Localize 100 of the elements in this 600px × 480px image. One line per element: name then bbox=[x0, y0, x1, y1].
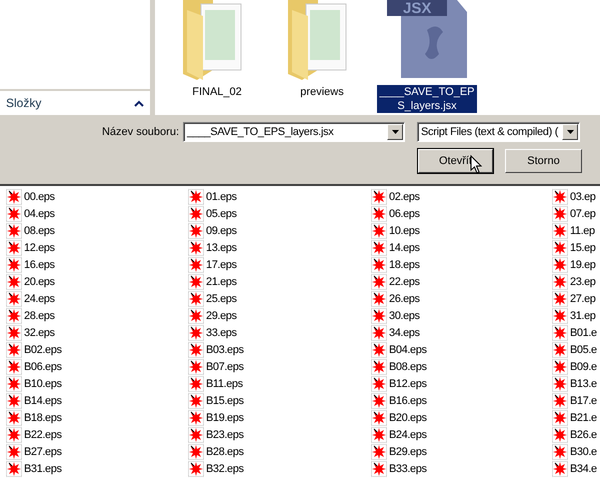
file-name[interactable]: 13.eps bbox=[206, 242, 237, 254]
file-name[interactable]: 25.eps bbox=[206, 292, 237, 304]
file-name[interactable]: B14.eps bbox=[24, 394, 62, 406]
eps-file-icon bbox=[6, 308, 22, 324]
file-name[interactable]: 11.ep bbox=[570, 224, 595, 236]
file-name[interactable]: B11.eps bbox=[206, 378, 243, 390]
file-name[interactable]: 01.eps bbox=[206, 190, 237, 202]
file-name[interactable]: 03.ep bbox=[570, 190, 596, 202]
file-name[interactable]: FINAL_02 bbox=[191, 85, 243, 99]
file-name[interactable]: B31.eps bbox=[24, 462, 62, 474]
filename-field[interactable]: ____SAVE_TO_EPS_layers.jsx bbox=[183, 122, 405, 142]
file-name[interactable]: 28.eps bbox=[24, 310, 55, 322]
eps-file-icon bbox=[6, 274, 22, 290]
eps-file-icon bbox=[371, 240, 387, 256]
file-name[interactable]: 23.ep bbox=[570, 276, 596, 288]
file-name[interactable]: 02.eps bbox=[389, 190, 420, 202]
file-name[interactable]: B21.e bbox=[570, 412, 597, 424]
file-name[interactable]: 17.eps bbox=[206, 258, 237, 270]
file-type-label: JSX bbox=[403, 0, 432, 17]
file-name[interactable]: 15.ep bbox=[570, 242, 596, 254]
eps-file-icon bbox=[6, 426, 22, 442]
file-name[interactable]: B29.eps bbox=[389, 446, 427, 458]
file-name[interactable]: B01.e bbox=[570, 326, 597, 338]
file-name[interactable]: 32.eps bbox=[24, 326, 55, 338]
file-name[interactable]: B13.e bbox=[570, 378, 597, 390]
file-name[interactable]: 06.eps bbox=[389, 208, 420, 220]
filename-label: Název souboru: bbox=[100, 126, 180, 138]
file-name[interactable]: 24.eps bbox=[24, 292, 55, 304]
eps-file-icon bbox=[371, 256, 387, 272]
eps-file-icon bbox=[552, 256, 568, 272]
file-name[interactable]: 18.eps bbox=[389, 258, 420, 270]
file-name[interactable]: B04.eps bbox=[389, 344, 427, 356]
file-name[interactable]: B17.e bbox=[570, 394, 597, 406]
file-name[interactable]: B03.eps bbox=[206, 344, 244, 356]
file-name[interactable]: 05.eps bbox=[206, 208, 237, 220]
file-name[interactable]: B28.eps bbox=[206, 446, 244, 458]
file-type-dropdown[interactable]: Script Files (text & compiled) ( bbox=[417, 122, 580, 142]
dropdown-arrow-icon bbox=[566, 130, 574, 134]
file-name[interactable]: 22.eps bbox=[389, 276, 420, 288]
file-name[interactable]: B26.e bbox=[570, 428, 597, 440]
eps-file-icon bbox=[552, 460, 568, 476]
eps-file-icon bbox=[371, 324, 387, 340]
file-name[interactable]: B07.eps bbox=[206, 360, 244, 372]
cancel-button[interactable]: Storno bbox=[505, 149, 582, 173]
file-name[interactable]: previews bbox=[299, 85, 345, 99]
file-name[interactable]: B12.eps bbox=[389, 378, 427, 390]
file-name[interactable]: 34.eps bbox=[389, 326, 420, 338]
eps-file-icon bbox=[371, 342, 387, 358]
file-name[interactable]: B05.e bbox=[570, 344, 597, 356]
file-name[interactable]: B16.eps bbox=[389, 394, 427, 406]
file-name[interactable]: 26.eps bbox=[389, 292, 420, 304]
file-name[interactable]: 19.ep bbox=[570, 258, 596, 270]
file-name[interactable]: 33.eps bbox=[206, 326, 237, 338]
eps-file-icon bbox=[371, 358, 387, 374]
open-button[interactable]: Otevřít bbox=[418, 149, 493, 173]
file-name[interactable]: B06.eps bbox=[24, 360, 62, 372]
file-name[interactable]: B10.eps bbox=[24, 378, 62, 390]
eps-file-icon bbox=[552, 188, 568, 204]
file-name[interactable]: 08.eps bbox=[24, 224, 55, 236]
file-name[interactable]: 14.eps bbox=[389, 242, 420, 254]
eps-file-icon bbox=[188, 290, 204, 306]
file-name[interactable]: 20.eps bbox=[24, 276, 55, 288]
file-name[interactable]: B19.eps bbox=[206, 412, 244, 424]
eps-file-icon bbox=[552, 392, 568, 408]
file-name[interactable]: 29.eps bbox=[206, 310, 237, 322]
file-name[interactable]: B30.e bbox=[570, 446, 597, 458]
file-name[interactable]: B09.e bbox=[570, 360, 597, 372]
file-name[interactable]: B24.eps bbox=[389, 428, 427, 440]
chevron-up-icon[interactable] bbox=[134, 100, 144, 106]
file-name[interactable]: 16.eps bbox=[24, 258, 55, 270]
file-name[interactable]: B15.eps bbox=[206, 394, 244, 406]
file-name[interactable]: 00.eps bbox=[24, 190, 55, 202]
file-name[interactable]: 12.eps bbox=[24, 242, 55, 254]
eps-file-icon bbox=[552, 410, 568, 426]
eps-file-icon bbox=[552, 206, 568, 222]
file-name[interactable]: 21.eps bbox=[206, 276, 237, 288]
file-name[interactable]: ____SAVE_TO_EPS_layers.jsx bbox=[377, 85, 477, 113]
eps-file-icon bbox=[6, 342, 22, 358]
eps-file-icon bbox=[552, 376, 568, 392]
eps-file-icon bbox=[188, 206, 204, 222]
eps-file-icon bbox=[371, 376, 387, 392]
file-name[interactable]: B23.eps bbox=[206, 428, 244, 440]
file-name[interactable]: 09.eps bbox=[206, 224, 237, 236]
file-name[interactable]: 30.eps bbox=[389, 310, 420, 322]
file-name[interactable]: B08.eps bbox=[389, 360, 427, 372]
file-name[interactable]: B20.eps bbox=[389, 412, 427, 424]
file-name[interactable]: B32.eps bbox=[206, 462, 244, 474]
file-name[interactable]: 31.ep bbox=[570, 310, 596, 322]
file-name[interactable]: B27.eps bbox=[24, 446, 62, 458]
file-name[interactable]: B22.eps bbox=[24, 428, 62, 440]
eps-file-icon bbox=[371, 274, 387, 290]
file-name[interactable]: 10.eps bbox=[389, 224, 420, 236]
file-name[interactable]: B33.eps bbox=[389, 462, 427, 474]
file-name[interactable]: B18.eps bbox=[24, 412, 62, 424]
file-name[interactable]: B02.eps bbox=[24, 344, 62, 356]
file-name[interactable]: 04.eps bbox=[24, 208, 55, 220]
file-name[interactable]: 07.ep bbox=[570, 208, 596, 220]
file-name[interactable]: 27.ep bbox=[570, 292, 596, 304]
file-name[interactable]: B34.e bbox=[570, 462, 597, 474]
eps-file-icon bbox=[552, 274, 568, 290]
